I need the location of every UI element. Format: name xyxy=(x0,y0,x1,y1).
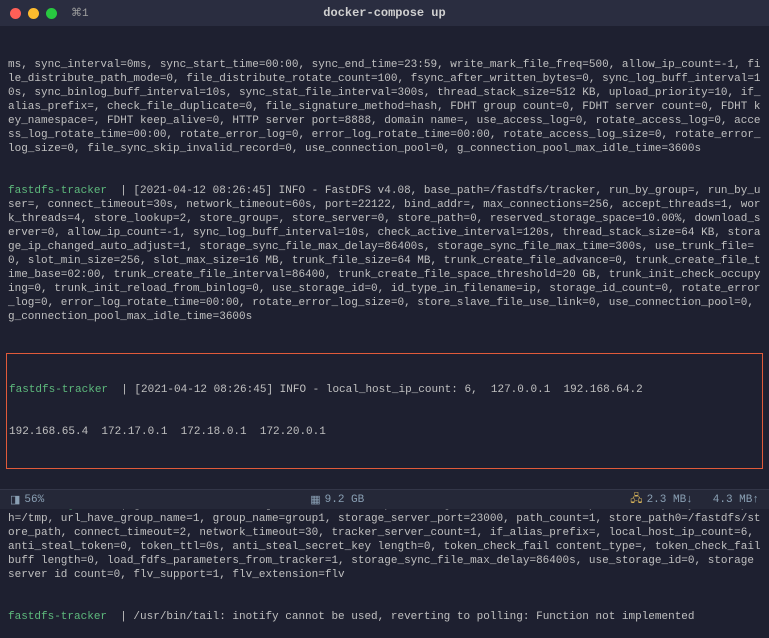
network-up-value: 4.3 MB↑ xyxy=(713,494,759,506)
log-line: ms, sync_interval=0ms, sync_start_time=0… xyxy=(8,58,761,156)
cpu-icon: ◨ xyxy=(10,493,20,507)
window-title: docker-compose up xyxy=(323,6,445,20)
memory-status: ▦ 9.2 GB xyxy=(310,493,364,507)
status-bar: ◨ 56% ▦ 9.2 GB 🖧 2.3 MB↓ 4.3 MB↑ xyxy=(0,489,769,509)
terminal-output[interactable]: ms, sync_interval=0ms, sync_start_time=0… xyxy=(0,26,769,638)
service-tag: fastdfs-tracker xyxy=(8,185,120,197)
highlighted-log: fastdfs-tracker | [2021-04-12 08:26:45] … xyxy=(6,353,763,469)
log-line: fastdfs-tracker | /usr/bin/tail: inotify… xyxy=(8,610,761,624)
log-line: 192.168.65.4 172.17.0.1 172.18.0.1 172.2… xyxy=(9,425,760,439)
titlebar: ⌘1 docker-compose up xyxy=(0,0,769,26)
window-controls xyxy=(10,8,57,19)
minimize-icon[interactable] xyxy=(28,8,39,19)
close-icon[interactable] xyxy=(10,8,21,19)
log-text: | [2021-04-12 08:26:45] INFO - local_hos… xyxy=(121,384,643,396)
cpu-value: 56% xyxy=(24,494,44,506)
network-down-value: 2.3 MB↓ xyxy=(647,494,693,506)
maximize-icon[interactable] xyxy=(46,8,57,19)
cpu-status: ◨ 56% xyxy=(10,493,44,507)
memory-value: 9.2 GB xyxy=(325,494,365,506)
tab-label[interactable]: ⌘1 xyxy=(71,6,89,20)
network-down-status: 🖧 2.3 MB↓ xyxy=(630,490,692,509)
log-line: fastdfs-tracker | [2021-04-12 08:26:45] … xyxy=(9,383,760,397)
log-text: | /usr/bin/tail: inotify cannot be used,… xyxy=(120,611,694,623)
service-tag: fastdfs-tracker xyxy=(8,611,120,623)
log-text: | [2021-04-12 08:26:46] INFO - fastdfs a… xyxy=(8,499,767,581)
log-line: fastdfs-nginx | [2021-04-12 08:26:46] IN… xyxy=(8,498,761,582)
network-up-status: 4.3 MB↑ xyxy=(713,490,759,509)
network-down-icon: 🖧 xyxy=(630,490,642,509)
service-tag: fastdfs-tracker xyxy=(9,384,121,396)
log-text: | [2021-04-12 08:26:45] INFO - FastDFS v… xyxy=(8,185,761,323)
log-line: fastdfs-tracker | [2021-04-12 08:26:45] … xyxy=(8,184,761,324)
memory-icon: ▦ xyxy=(310,493,320,507)
